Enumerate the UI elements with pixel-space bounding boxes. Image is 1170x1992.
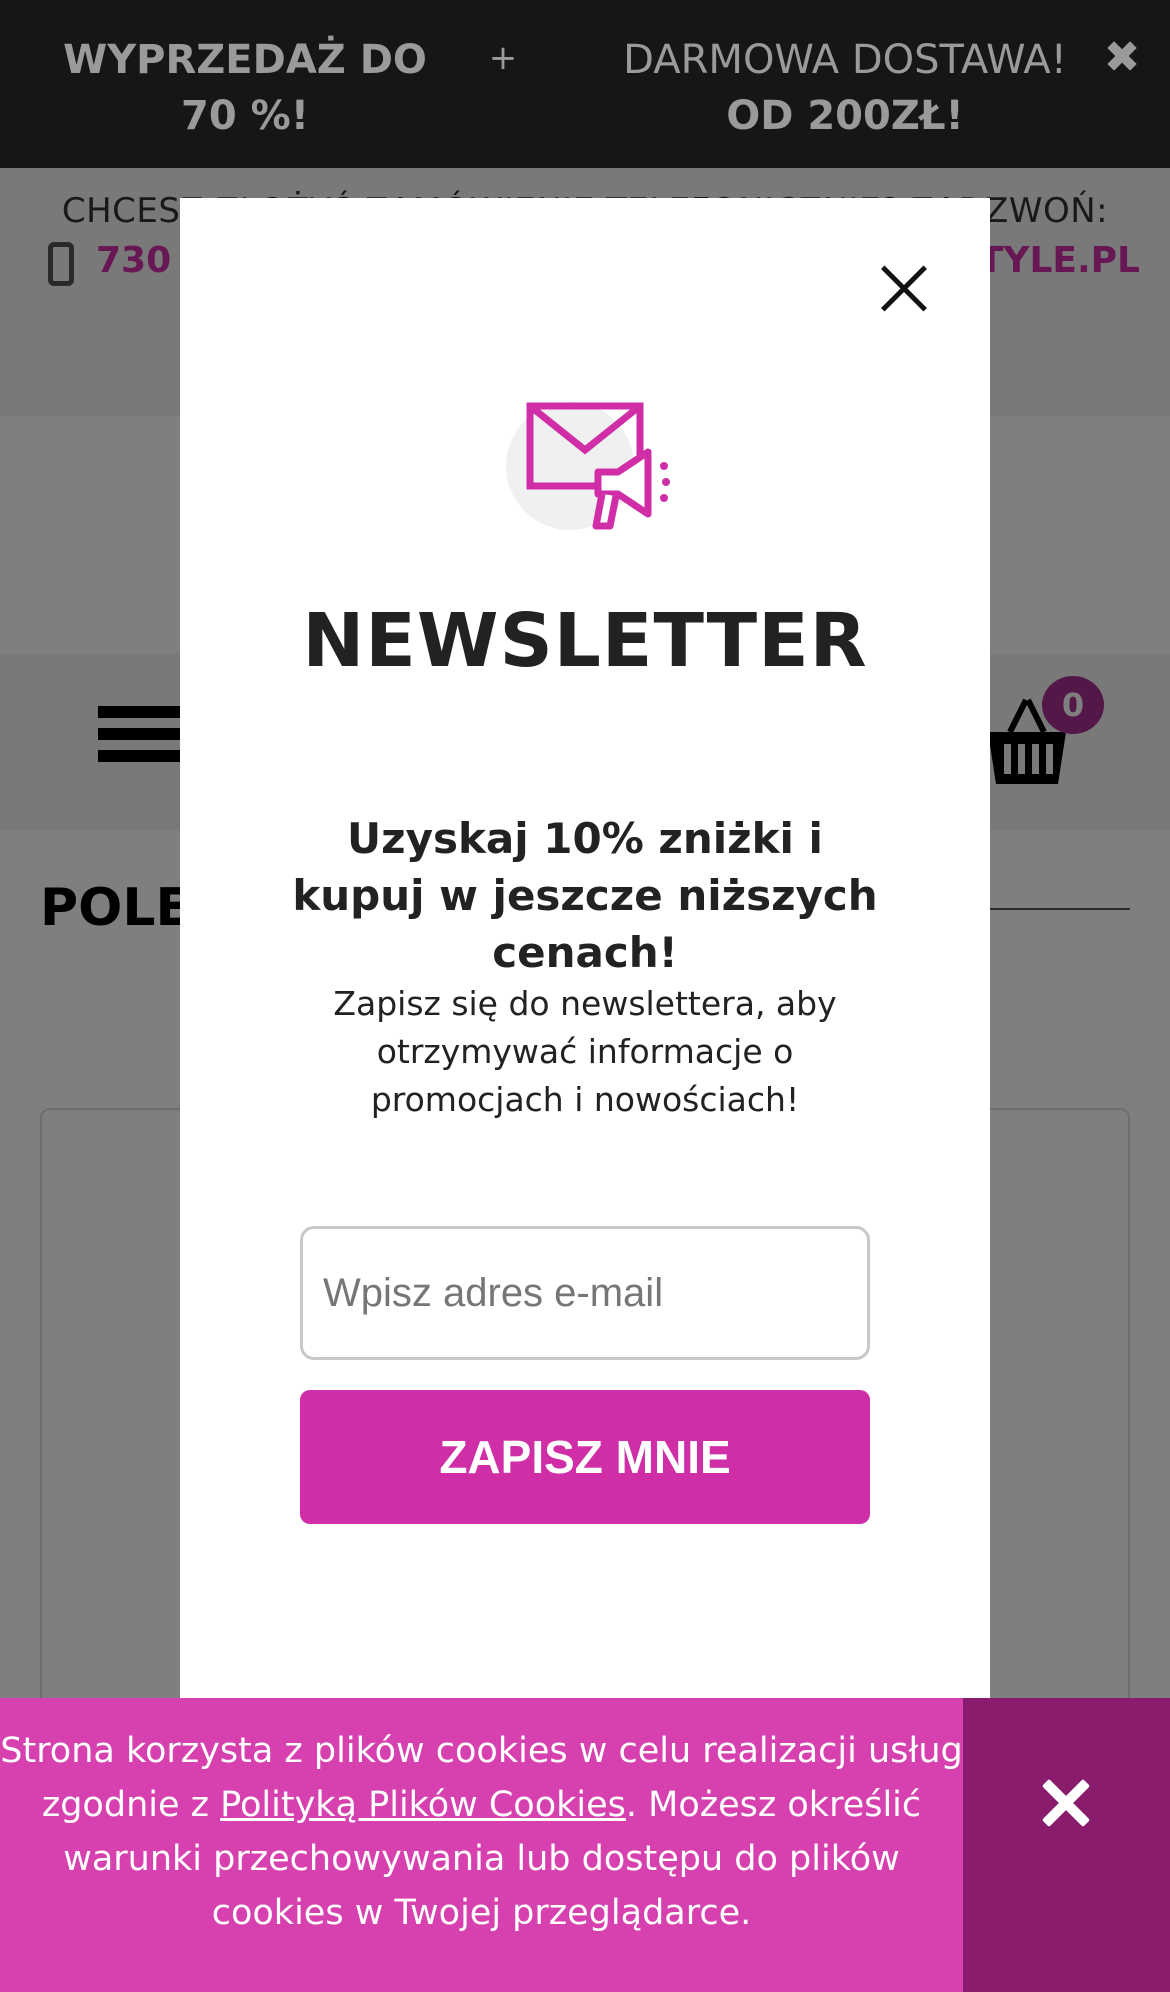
- email-field[interactable]: [300, 1226, 870, 1360]
- newsletter-headline: Uzyskaj 10% zniżki i kupuj w jeszcze niż…: [292, 814, 878, 977]
- cookie-line-3: warunki przechowywania lub dostępu do pl…: [63, 1839, 900, 1879]
- promo-close-icon[interactable]: ✖: [1100, 36, 1144, 80]
- cookie-bar: Strona korzysta z plików cookies w celu …: [0, 1698, 1170, 1992]
- close-icon: [1041, 1778, 1091, 1828]
- cookie-line-1: Strona korzysta z plików cookies w celu …: [0, 1731, 963, 1771]
- promo-shipping-line1: DARMOWA DOSTAWA!: [623, 37, 1067, 83]
- promo-bar: WYPRZEDAŻ DO 70 %! + DARMOWA DOSTAWA! OD…: [0, 0, 1170, 168]
- promo-shipping-line2: OD 200ZŁ!: [726, 93, 964, 139]
- cookie-policy-link[interactable]: Polityką Plików Cookies: [220, 1785, 626, 1825]
- cookie-line-4: cookies w Twojej przeglądarce.: [211, 1893, 752, 1933]
- promo-sale-line2: 70 %!: [181, 93, 309, 139]
- modal-close-icon[interactable]: [880, 264, 928, 312]
- cookie-close-button[interactable]: [963, 1698, 1170, 1992]
- newsletter-subtext: Zapisz się do newslettera, aby otrzymywa…: [333, 984, 837, 1119]
- promo-sale-text: WYPRZEDAŻ DO 70 %!: [40, 32, 450, 144]
- promo-shipping-text: DARMOWA DOSTAWA! OD 200ZŁ!: [580, 32, 1110, 144]
- newsletter-modal: NEWSLETTER Uzyskaj 10% zniżki i kupuj w …: [180, 198, 990, 1798]
- cookie-text: Strona korzysta z plików cookies w celu …: [0, 1724, 963, 1940]
- promo-plus: +: [488, 38, 518, 78]
- subscribe-button[interactable]: ZAPISZ MNIE: [300, 1390, 870, 1524]
- envelope-megaphone-icon: [506, 402, 670, 530]
- newsletter-title: NEWSLETTER: [302, 598, 868, 684]
- promo-sale-line1: WYPRZEDAŻ DO: [63, 37, 427, 83]
- cookie-line-2: zgodnie z Polityką Plików Cookies. Możes…: [41, 1785, 922, 1825]
